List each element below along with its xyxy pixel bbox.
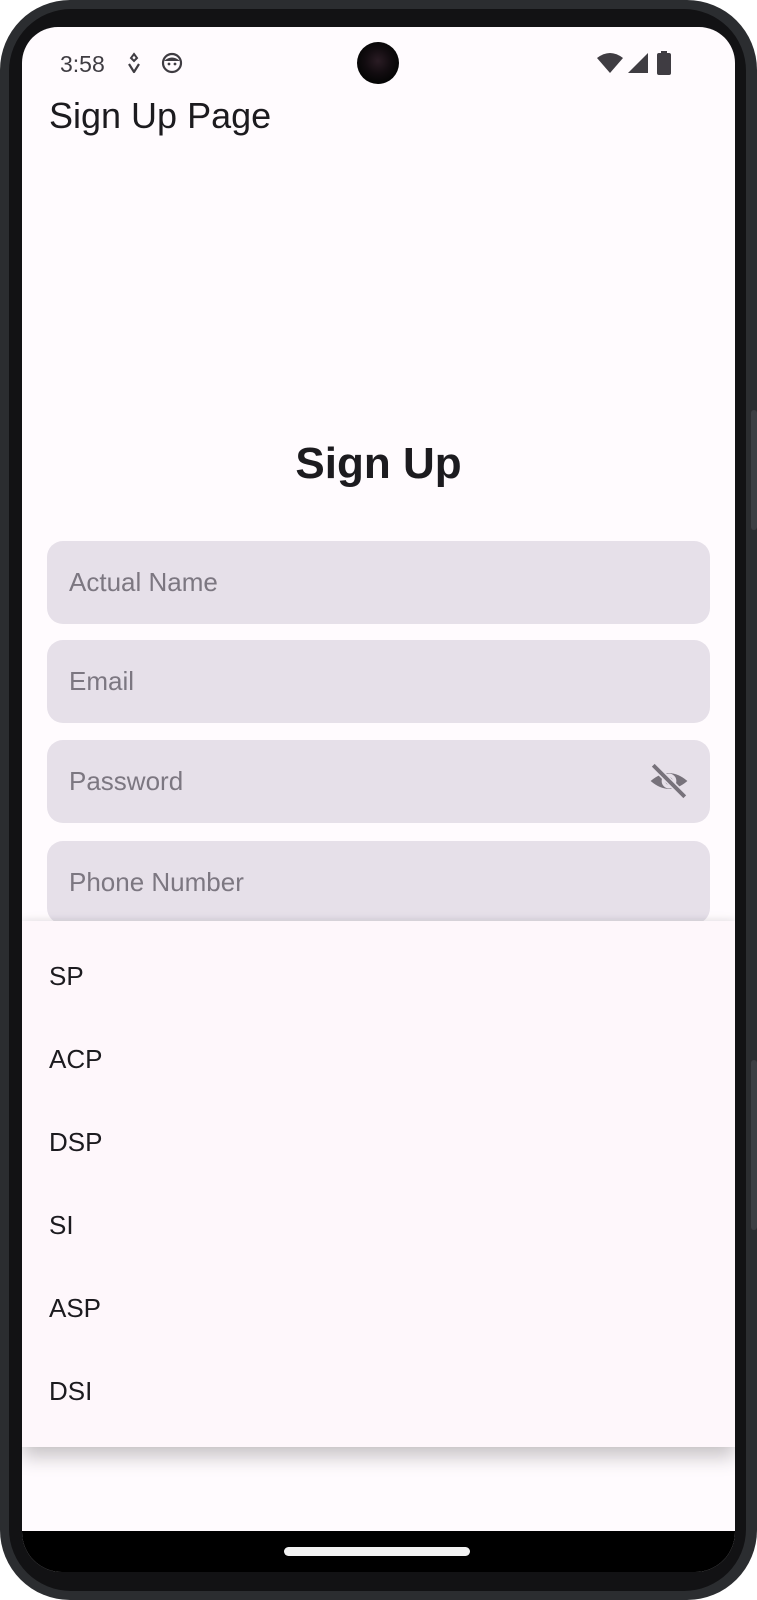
power-button — [751, 410, 757, 530]
password-input[interactable] — [47, 740, 710, 823]
password-field[interactable] — [47, 740, 710, 823]
wifi-icon — [597, 53, 623, 73]
phone-number-input[interactable] — [47, 841, 710, 924]
notification-icon — [128, 52, 140, 74]
rank-dropdown-menu: SP ACP DSP SI ASP DSI — [22, 921, 735, 1447]
actual-name-field[interactable] — [47, 541, 710, 624]
navigation-bar — [22, 1531, 735, 1572]
visibility-off-icon[interactable] — [648, 760, 690, 802]
screen: 3:58 Sign Up Page Sign Up Actual Name Em… — [22, 27, 735, 1572]
signal-icon — [628, 53, 648, 73]
volume-button — [751, 1060, 757, 1230]
status-time: 3:58 — [60, 51, 105, 77]
menu-item-acp[interactable]: ACP — [22, 1018, 735, 1101]
menu-item-si[interactable]: SI — [22, 1184, 735, 1267]
sign-up-heading: Sign Up — [295, 439, 462, 488]
menu-item-dsp[interactable]: DSP — [22, 1101, 735, 1184]
face-icon — [161, 52, 183, 74]
battery-icon — [657, 51, 671, 75]
menu-item-asp[interactable]: ASP — [22, 1267, 735, 1350]
home-gesture-handle[interactable] — [284, 1547, 470, 1556]
phone-number-field[interactable] — [47, 841, 710, 924]
front-camera — [357, 42, 399, 84]
menu-item-sp[interactable]: SP — [22, 935, 735, 1018]
app-bar-title: Sign Up Page — [49, 95, 272, 136]
device-frame: 3:58 Sign Up Page Sign Up Actual Name Em… — [0, 0, 757, 1600]
email-input[interactable] — [47, 640, 710, 723]
email-field[interactable] — [47, 640, 710, 723]
menu-item-dsi[interactable]: DSI — [22, 1350, 735, 1433]
actual-name-input[interactable] — [47, 541, 710, 624]
